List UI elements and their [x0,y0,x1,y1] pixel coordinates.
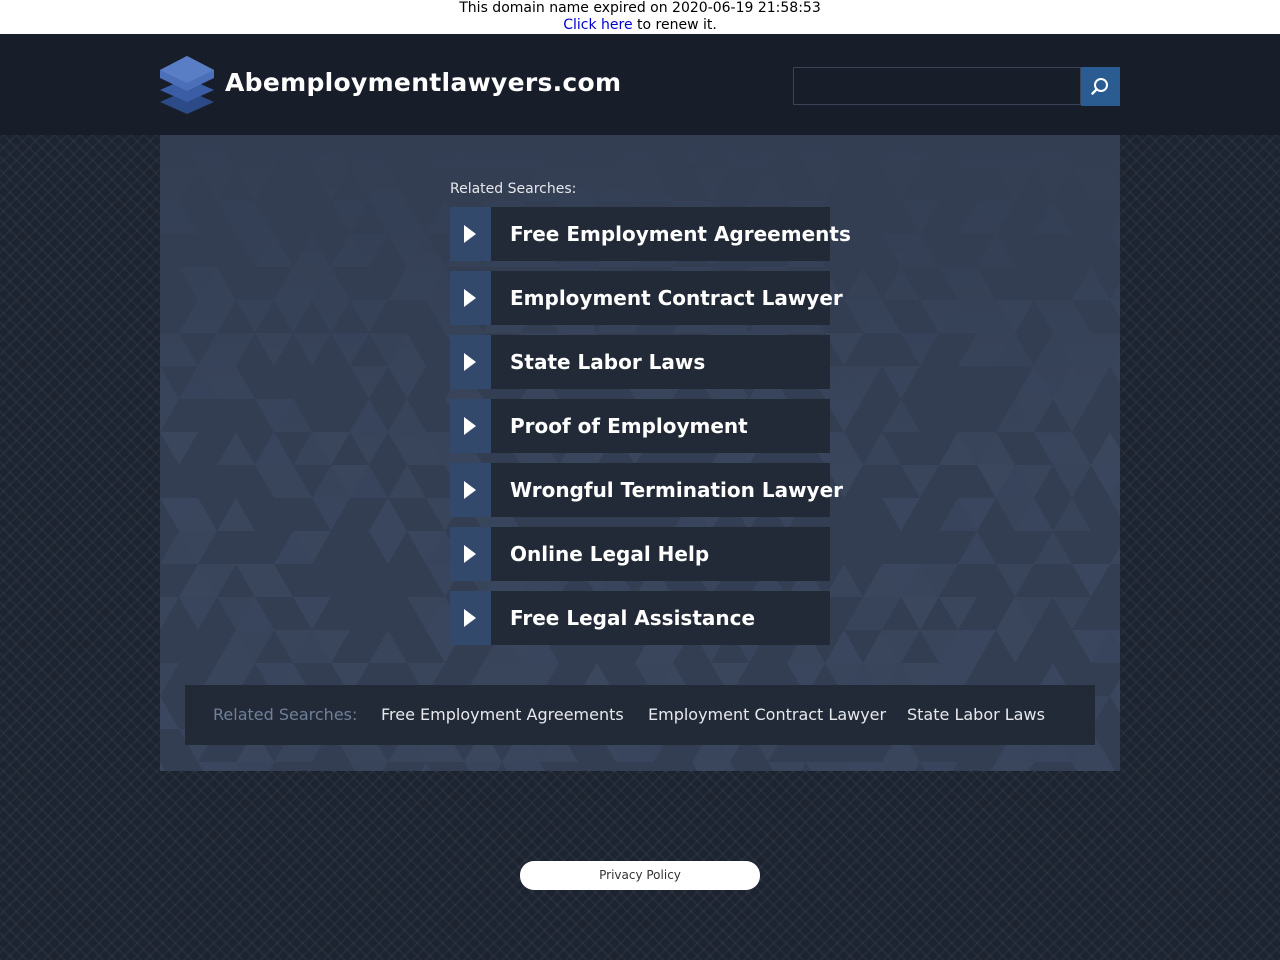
arrow-box [450,591,491,645]
search-icon [1091,78,1108,95]
bottom-related-bar: Related Searches: Free Employment Agreem… [185,685,1095,745]
arrow-box [450,399,491,453]
main-panel: Related Searches: Free Employment Agreem… [160,135,1120,771]
related-searches-label: Related Searches: [450,181,577,197]
renew-line: Click here to renew it. [0,17,1280,34]
related-link-label: Proof of Employment [510,414,748,438]
related-link-label: Free Legal Assistance [510,606,756,630]
privacy-policy-link[interactable]: Privacy Policy [520,861,760,890]
arrow-box [450,271,491,325]
arrow-box [450,463,491,517]
search-button[interactable] [1081,67,1120,106]
related-links-list: Free Employment Agreements Employment Co… [450,207,851,655]
bottom-link-2[interactable]: Employment Contract Lawyer [648,685,886,745]
arrow-box [450,527,491,581]
play-arrow-icon [464,545,476,563]
site-title: Abemploymentlawyers.com [225,68,622,97]
expiry-text: This domain name expired on 2020-06-19 2… [459,0,821,16]
related-link-7[interactable]: Free Legal Assistance [450,591,830,645]
related-link-4[interactable]: Proof of Employment [450,399,830,453]
related-link-3[interactable]: State Labor Laws [450,335,830,389]
stacked-layers-icon [160,56,214,114]
arrow-box [450,207,491,261]
play-arrow-icon [464,289,476,307]
play-arrow-icon [464,481,476,499]
play-arrow-icon [464,353,476,371]
play-arrow-icon [464,417,476,435]
expiry-notice: This domain name expired on 2020-06-19 2… [0,0,1280,34]
bottom-related-label: Related Searches: [213,705,358,724]
search-input[interactable] [793,67,1081,105]
related-link-label: State Labor Laws [510,350,706,374]
renew-text: to renew it. [632,17,717,33]
related-link-1[interactable]: Free Employment Agreements [450,207,851,261]
related-link-2[interactable]: Employment Contract Lawyer [450,271,843,325]
related-link-label: Free Employment Agreements [510,222,851,246]
related-link-label: Employment Contract Lawyer [510,286,843,310]
related-link-6[interactable]: Online Legal Help [450,527,830,581]
site-header: Abemploymentlawyers.com [0,34,1280,135]
related-link-label: Online Legal Help [510,542,710,566]
bottom-link-3[interactable]: State Labor Laws [907,685,1045,745]
arrow-box [450,335,491,389]
bottom-link-1[interactable]: Free Employment Agreements [381,685,624,745]
play-arrow-icon [464,609,476,627]
renew-link[interactable]: Click here [563,17,632,33]
related-link-label: Wrongful Termination Lawyer [510,478,844,502]
play-arrow-icon [464,225,476,243]
related-link-5[interactable]: Wrongful Termination Lawyer [450,463,843,517]
